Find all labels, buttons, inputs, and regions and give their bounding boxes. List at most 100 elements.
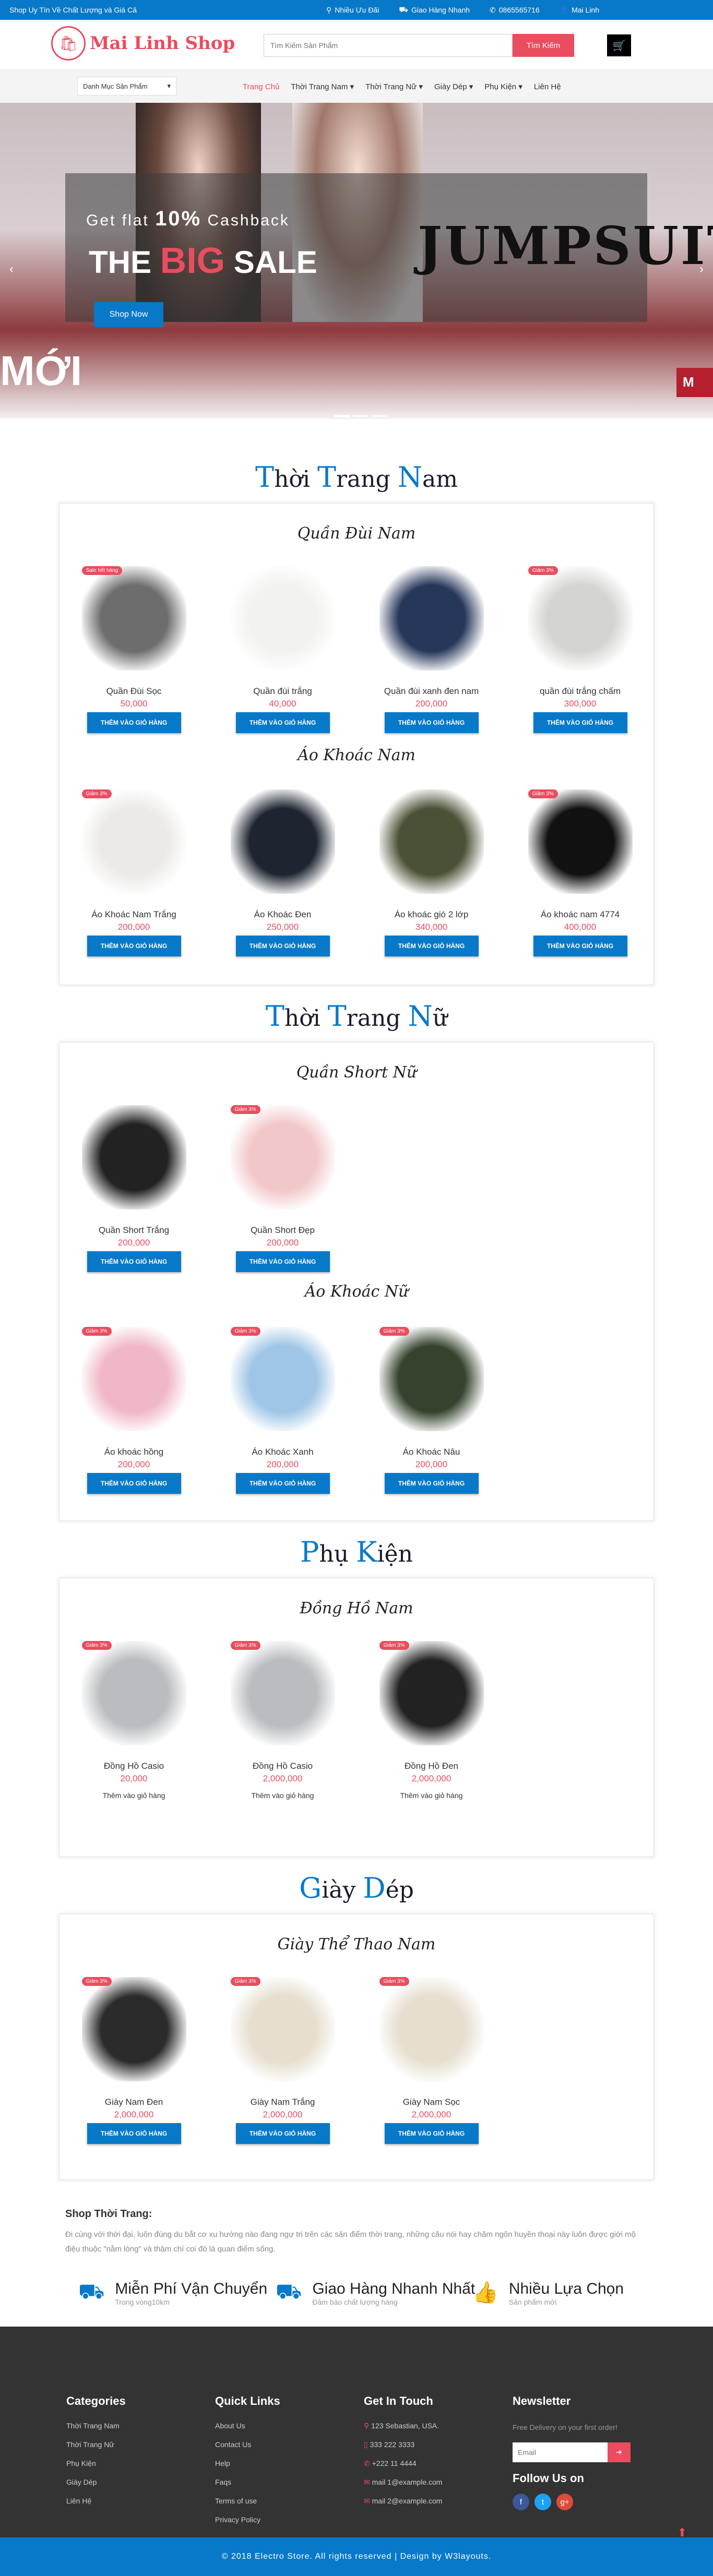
- product-name[interactable]: Giày Nam Sọc: [357, 2097, 506, 2110]
- product-name[interactable]: Quần Short Trắng: [60, 1225, 208, 1238]
- product-image[interactable]: Giảm 3%: [528, 566, 633, 670]
- top-link-delivery[interactable]: ⛟ Giao Hàng Nhanh: [399, 5, 470, 15]
- nav-men[interactable]: Thời Trang Nam ▾: [291, 82, 354, 91]
- add-to-cart-button[interactable]: THÊM VÀO GIỎ HÀNG: [533, 712, 627, 733]
- feature-choices: 👍 Nhiều Lựa Chọn Sản phẩm mới: [472, 2280, 624, 2306]
- product-name[interactable]: Áo khoác nam 4774: [506, 909, 655, 922]
- add-to-cart-button[interactable]: THÊM VÀO GIỎ HÀNG: [533, 936, 627, 956]
- search-input[interactable]: [264, 34, 513, 57]
- nav-home[interactable]: Trang Chủ: [243, 82, 279, 91]
- footer-link[interactable]: About Us: [215, 2422, 280, 2440]
- product-name[interactable]: Đồng Hồ Đen: [357, 1761, 506, 1774]
- logo[interactable]: 🛍 Mai Linh Shop: [51, 26, 235, 61]
- add-to-cart-link[interactable]: Thêm vào giỏ hàng: [60, 1791, 208, 1800]
- add-to-cart-button[interactable]: THÊM VÀO GIỎ HÀNG: [235, 1251, 330, 1272]
- add-to-cart-button[interactable]: THÊM VÀO GIỎ HÀNG: [384, 936, 479, 956]
- product-image[interactable]: [379, 566, 484, 670]
- product-price: 340,000: [415, 922, 448, 932]
- product-name[interactable]: Áo Khoác Xanh: [208, 1447, 357, 1459]
- product-name[interactable]: quần đùi trắng chấm: [506, 686, 655, 699]
- add-to-cart-button[interactable]: THÊM VÀO GIỎ HÀNG: [87, 1473, 181, 1494]
- carousel-dot[interactable]: [372, 415, 387, 417]
- nav-contact[interactable]: Liên Hệ: [534, 82, 561, 91]
- product-price: 40,000: [269, 699, 296, 709]
- nav-shoes[interactable]: Giày Dép ▾: [434, 82, 473, 91]
- footer-link[interactable]: Contact Us: [215, 2440, 280, 2459]
- chevron-left-icon[interactable]: ‹: [9, 262, 14, 277]
- chevron-right-icon[interactable]: ›: [699, 262, 704, 277]
- product-image[interactable]: Giảm 3%: [230, 1977, 335, 2081]
- footer-link[interactable]: Faqs: [215, 2478, 280, 2497]
- product-name[interactable]: Quần Đùi Sọc: [60, 686, 208, 699]
- footer-link[interactable]: Terms of use: [215, 2497, 280, 2515]
- newsletter-email-input[interactable]: [513, 2442, 608, 2462]
- footer-email[interactable]: ✉ mail 1@example.com: [364, 2478, 442, 2497]
- product-image[interactable]: [81, 1105, 186, 1209]
- product-name[interactable]: Quần đùi trắng: [208, 686, 357, 699]
- add-to-cart-link[interactable]: Thêm vào giỏ hàng: [208, 1791, 357, 1800]
- carousel-dot[interactable]: [334, 415, 350, 417]
- nav-women[interactable]: Thời Trang Nữ ▾: [365, 82, 423, 91]
- add-to-cart-button[interactable]: THÊM VÀO GIỎ HÀNG: [87, 936, 181, 956]
- product-image[interactable]: Giảm 3%: [379, 1977, 484, 2081]
- product-image[interactable]: Giảm 3%: [81, 1327, 186, 1431]
- search-button[interactable]: Tìm Kiếm: [513, 34, 574, 57]
- top-link-user[interactable]: 👤 Mai Linh: [560, 5, 599, 15]
- product-image[interactable]: Giảm 3%: [230, 1105, 335, 1209]
- product-image[interactable]: Giảm 3%: [81, 1641, 186, 1745]
- footer-link[interactable]: Liên Hệ: [66, 2497, 126, 2515]
- add-to-cart-button[interactable]: THÊM VÀO GIỎ HÀNG: [87, 1251, 181, 1272]
- footer-email[interactable]: ✉ mail 2@example.com: [364, 2497, 442, 2515]
- top-link-phone[interactable]: ✆ 0865565716: [490, 5, 540, 15]
- google-plus-icon[interactable]: g+: [556, 2494, 573, 2510]
- product-name[interactable]: Đồng Hồ Casio: [60, 1761, 208, 1774]
- add-to-cart-button[interactable]: THÊM VÀO GIỎ HÀNG: [384, 1473, 479, 1494]
- product-image[interactable]: Giảm 3%: [81, 1977, 186, 2081]
- product-image[interactable]: Giảm 3%: [81, 789, 186, 894]
- add-to-cart-button[interactable]: THÊM VÀO GIỎ HÀNG: [87, 712, 181, 733]
- product-image[interactable]: [230, 789, 335, 894]
- product-name[interactable]: Áo khoác gió 2 lớp: [357, 909, 506, 922]
- product-image[interactable]: Giảm 3%: [230, 1641, 335, 1745]
- product-name[interactable]: Áo Khoác Nam Trắng: [60, 909, 208, 922]
- product-image[interactable]: Giảm 3%: [528, 789, 633, 894]
- add-to-cart-button[interactable]: THÊM VÀO GIỎ HÀNG: [235, 1473, 330, 1494]
- facebook-icon[interactable]: f: [513, 2494, 529, 2510]
- footer-link[interactable]: Help: [215, 2459, 280, 2478]
- product-name[interactable]: Áo Khoác Nâu: [357, 1447, 506, 1459]
- add-to-cart-button[interactable]: THÊM VÀO GIỎ HÀNG: [235, 936, 330, 956]
- add-to-cart-link[interactable]: Thêm vào giỏ hàng: [357, 1791, 506, 1800]
- shop-now-button[interactable]: Shop Now: [94, 302, 163, 327]
- footer-link[interactable]: Thời Trang Nam: [66, 2422, 126, 2440]
- product-image[interactable]: [379, 789, 484, 894]
- product-name[interactable]: Đồng Hồ Casio: [208, 1761, 357, 1774]
- product-image[interactable]: Sale hết hàng: [81, 566, 186, 670]
- add-to-cart-button[interactable]: THÊM VÀO GIỎ HÀNG: [235, 2123, 330, 2144]
- twitter-icon[interactable]: t: [534, 2494, 551, 2510]
- product-name[interactable]: Áo khoác hồng: [60, 1447, 208, 1459]
- add-to-cart-button[interactable]: THÊM VÀO GIỎ HÀNG: [87, 2123, 181, 2144]
- product-name[interactable]: Giày Nam Trắng: [208, 2097, 357, 2110]
- add-to-cart-button[interactable]: THÊM VÀO GIỎ HÀNG: [235, 712, 330, 733]
- product-name[interactable]: Giày Nam Đen: [60, 2097, 208, 2110]
- carousel-dot[interactable]: [353, 415, 369, 417]
- newsletter-submit-button[interactable]: ➜: [608, 2442, 631, 2462]
- product-image[interactable]: Giảm 3%: [230, 1327, 335, 1431]
- add-to-cart-button[interactable]: THÊM VÀO GIỎ HÀNG: [384, 2123, 479, 2144]
- footer-link[interactable]: Phụ Kiện: [66, 2459, 126, 2478]
- add-to-cart-button[interactable]: THÊM VÀO GIỎ HÀNG: [384, 712, 479, 733]
- product-name[interactable]: Quần đùi xanh đen nam: [357, 686, 506, 699]
- product-name[interactable]: Áo Khoác Đen: [208, 909, 357, 922]
- footer-link[interactable]: Privacy Policy: [215, 2515, 280, 2534]
- category-dropdown[interactable]: Danh Mục Sản Phẩm ▾: [77, 77, 176, 95]
- nav-accessories[interactable]: Phụ Kiện ▾: [484, 82, 522, 91]
- cart-button[interactable]: 🛒: [607, 34, 631, 56]
- product-name[interactable]: Quần Short Đẹp: [208, 1225, 357, 1238]
- footer-link[interactable]: Giày Dép: [66, 2478, 126, 2497]
- product-image[interactable]: [230, 566, 335, 670]
- footer-link[interactable]: Thời Trang Nữ: [66, 2440, 126, 2459]
- top-link-offers[interactable]: ⚲ Nhiều Ưu Đãi: [326, 5, 379, 15]
- product-image[interactable]: Giảm 3%: [379, 1641, 484, 1745]
- product-image[interactable]: Giảm 3%: [379, 1327, 484, 1431]
- product-price: 200,000: [266, 1459, 299, 1469]
